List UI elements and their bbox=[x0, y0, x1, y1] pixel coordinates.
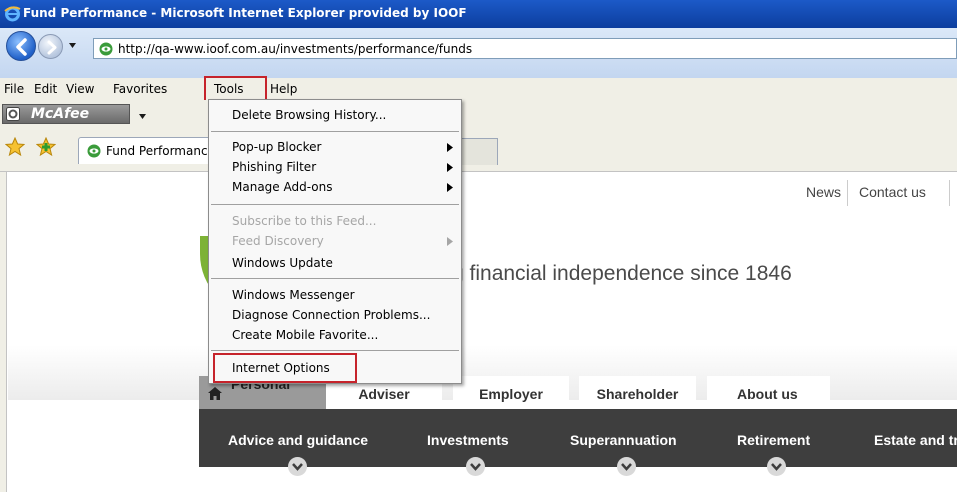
menu-edit[interactable]: Edit bbox=[34, 82, 57, 96]
news-link[interactable]: News bbox=[806, 184, 841, 200]
tab-employer[interactable]: Employer bbox=[453, 376, 569, 409]
menu-item-subscribe-feed: Subscribe to this Feed... bbox=[232, 214, 377, 228]
new-tab-button[interactable] bbox=[458, 138, 498, 165]
chevron-down-icon[interactable] bbox=[288, 457, 307, 476]
address-field[interactable] bbox=[93, 38, 957, 59]
tabs-bar: Fund Performance bbox=[0, 130, 957, 172]
menu-favorites[interactable]: Favorites bbox=[113, 82, 167, 96]
mcafee-dropdown-icon[interactable] bbox=[138, 112, 147, 121]
menu-item-manage-add-ons[interactable]: Manage Add-ons bbox=[232, 180, 332, 194]
tab-about-us[interactable]: About us bbox=[707, 376, 830, 409]
menu-item-windows-messenger[interactable]: Windows Messenger bbox=[232, 288, 355, 302]
forward-button[interactable] bbox=[38, 34, 63, 59]
submenu-arrow-icon bbox=[447, 163, 453, 172]
menu-separator bbox=[211, 278, 459, 279]
mcafee-label: McAfee bbox=[31, 106, 90, 122]
menu-item-windows-update[interactable]: Windows Update bbox=[232, 256, 333, 270]
nav-estate[interactable]: Estate and tr bbox=[874, 432, 957, 448]
nav-superannuation[interactable]: Superannuation bbox=[570, 432, 677, 448]
url-input[interactable] bbox=[118, 40, 918, 57]
nav-retirement[interactable]: Retirement bbox=[737, 432, 810, 448]
link-divider bbox=[949, 180, 950, 206]
tab-shareholder[interactable]: Shareholder bbox=[579, 376, 696, 409]
menu-item-diagnose-connection[interactable]: Diagnose Connection Problems... bbox=[232, 308, 430, 322]
mcafee-toolbar: McAfee bbox=[0, 100, 957, 130]
tab-fund-performance[interactable]: Fund Performance bbox=[78, 137, 228, 164]
menu-item-popup-blocker[interactable]: Pop-up Blocker bbox=[232, 140, 321, 154]
menu-item-delete-browsing-history[interactable]: Delete Browsing History... bbox=[232, 108, 386, 122]
menu-separator bbox=[211, 350, 459, 351]
menu-file[interactable]: File bbox=[4, 82, 24, 96]
tagline: g financial independence since 1846 bbox=[452, 262, 792, 285]
home-icon bbox=[208, 387, 222, 400]
window-title: Fund Performance - Microsoft Internet Ex… bbox=[23, 6, 467, 20]
contact-us-link[interactable]: Contact us bbox=[859, 184, 926, 200]
tools-menu: Delete Browsing History... Pop-up Blocke… bbox=[208, 99, 462, 384]
page-frame-edge bbox=[0, 172, 7, 492]
menu-separator bbox=[211, 204, 459, 205]
nav-advice-and-guidance[interactable]: Advice and guidance bbox=[228, 432, 368, 448]
menu-item-phishing-filter[interactable]: Phishing Filter bbox=[232, 160, 316, 174]
menu-item-feed-discovery: Feed Discovery bbox=[232, 234, 324, 248]
menu-view[interactable]: View bbox=[66, 82, 94, 96]
submenu-arrow-icon bbox=[447, 143, 453, 152]
site-favicon-icon bbox=[99, 42, 113, 56]
internet-explorer-icon bbox=[4, 6, 21, 22]
chevron-down-icon[interactable] bbox=[466, 457, 485, 476]
menu-item-create-mobile-favorite[interactable]: Create Mobile Favorite... bbox=[232, 328, 378, 342]
back-arrow-icon bbox=[16, 38, 27, 56]
mcafee-shield-icon bbox=[6, 107, 20, 121]
chevron-down-icon[interactable] bbox=[617, 457, 636, 476]
forward-arrow-icon bbox=[47, 40, 57, 55]
favorites-star-icon[interactable] bbox=[5, 137, 25, 157]
chevron-down-icon[interactable] bbox=[767, 457, 786, 476]
internet-options-highlight-box bbox=[213, 353, 357, 383]
nav-investments[interactable]: Investments bbox=[427, 432, 509, 448]
menu-bar: File Edit View Favorites Tools Help bbox=[0, 78, 957, 100]
recent-pages-dropdown-icon[interactable] bbox=[68, 41, 77, 50]
add-favorite-icon[interactable] bbox=[36, 137, 56, 157]
title-bar: Fund Performance - Microsoft Internet Ex… bbox=[0, 0, 957, 28]
tab-label: Fund Performance bbox=[106, 144, 215, 158]
site-favicon-icon bbox=[87, 144, 101, 158]
submenu-arrow-icon bbox=[447, 183, 453, 192]
menu-help[interactable]: Help bbox=[270, 82, 297, 96]
back-button[interactable] bbox=[6, 31, 36, 61]
submenu-arrow-icon bbox=[447, 237, 453, 246]
mcafee-button[interactable]: McAfee bbox=[2, 104, 130, 124]
address-bar bbox=[0, 28, 957, 78]
menu-separator bbox=[211, 131, 459, 132]
link-divider bbox=[847, 180, 848, 206]
